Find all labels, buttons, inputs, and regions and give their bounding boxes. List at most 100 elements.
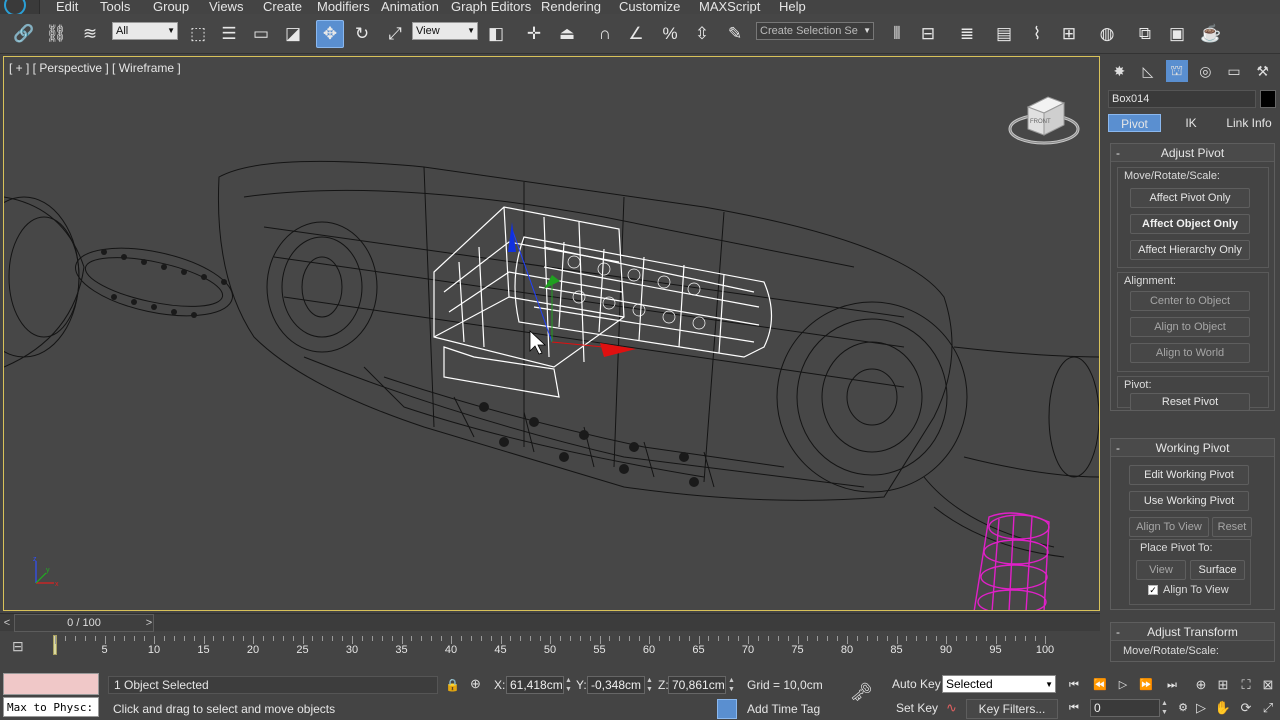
menu-rendering[interactable]: Rendering xyxy=(541,0,601,14)
keyboard-shortcut-override-icon[interactable]: ⏏ xyxy=(553,20,581,48)
select-and-manipulate-icon[interactable]: ✛ xyxy=(520,20,548,48)
menu-modifiers[interactable]: Modifiers xyxy=(317,0,370,14)
time-slider-next-button[interactable]: > xyxy=(142,615,156,631)
select-object-icon[interactable]: ⬚ xyxy=(184,20,212,48)
material-editor-icon[interactable]: ◍ xyxy=(1093,20,1121,48)
align-to-object-button[interactable]: Align to Object xyxy=(1130,317,1250,337)
go-to-start-icon[interactable]: ⏮ xyxy=(1063,676,1085,694)
menu-graph-editors[interactable]: Graph Editors xyxy=(451,0,531,14)
y-coordinate-field[interactable]: -0,348cm xyxy=(587,676,645,694)
percent-snap-icon[interactable]: % xyxy=(656,20,684,48)
previous-frame-icon[interactable]: ⏪ xyxy=(1089,676,1111,694)
menu-maxscript[interactable]: MAXScript xyxy=(699,0,760,14)
time-slider-prev-button[interactable]: < xyxy=(0,615,14,631)
center-to-object-button[interactable]: Center to Object xyxy=(1130,291,1250,311)
display-tab-icon[interactable]: ▭ xyxy=(1223,60,1245,82)
adjust-transform-header[interactable]: - Adjust Transform xyxy=(1111,623,1274,641)
collapse-toggle[interactable]: - xyxy=(1116,439,1120,457)
time-slider-thumb[interactable]: 0 / 100 xyxy=(14,614,154,632)
selection-filter-dropdown[interactable]: All xyxy=(112,22,178,40)
maximize-viewport-icon[interactable]: ⤢ xyxy=(1259,699,1277,717)
current-frame-field[interactable]: 0 xyxy=(1090,699,1160,717)
reset-pivot-button[interactable]: Reset Pivot xyxy=(1130,393,1250,411)
menu-group[interactable]: Group xyxy=(153,0,189,14)
graphite-ribbon-icon[interactable]: ▤ xyxy=(990,20,1018,48)
select-and-move-icon[interactable]: ✥ xyxy=(316,20,344,48)
select-and-scale-icon[interactable]: ⤢ xyxy=(381,20,409,48)
zoom-all-icon[interactable]: ⊞ xyxy=(1214,676,1232,694)
adjust-pivot-header[interactable]: - Adjust Pivot xyxy=(1111,144,1274,162)
track-bar[interactable]: ⊟ 5 10 15 20 25 30 35 40 45 50 55 60 65 70 75 80 85 90 95 1… xyxy=(0,632,1100,668)
menu-views[interactable]: Views xyxy=(209,0,243,14)
tab-pivot[interactable]: Pivot xyxy=(1108,114,1161,132)
zoom-extents-icon[interactable]: ⛶ xyxy=(1237,676,1255,694)
utilities-tab-icon[interactable]: ⚒ xyxy=(1252,60,1274,82)
edit-working-pivot-button[interactable]: Edit Working Pivot xyxy=(1129,465,1249,485)
tab-ik[interactable]: IK xyxy=(1165,114,1217,132)
next-frame-icon[interactable]: ⏩ xyxy=(1135,676,1157,694)
x-coordinate-field[interactable]: 61,418cm xyxy=(506,676,564,694)
align-to-view-button[interactable]: Align To View xyxy=(1129,517,1209,537)
snaps-toggle-icon[interactable]: ∩ xyxy=(591,20,619,48)
rendered-frame-window-icon[interactable]: ▣ xyxy=(1163,20,1191,48)
schematic-view-icon[interactable]: ⊞ xyxy=(1055,20,1083,48)
selection-set-dropdown[interactable]: Selected xyxy=(942,675,1056,693)
collapse-toggle[interactable]: - xyxy=(1116,144,1120,162)
time-configuration-icon[interactable]: ⚙ xyxy=(1172,699,1194,717)
motion-tab-icon[interactable]: ◎ xyxy=(1194,60,1216,82)
maxscript-listener-pink[interactable] xyxy=(3,673,99,695)
use-working-pivot-button[interactable]: Use Working Pivot xyxy=(1129,491,1249,511)
auto-key-button[interactable]: Auto Key xyxy=(892,674,941,694)
rectangle-selection-icon[interactable]: ▭ xyxy=(247,20,275,48)
default-tangent-icon[interactable]: ∿ xyxy=(946,700,957,716)
menu-customize[interactable]: Customize xyxy=(619,0,680,14)
reset-working-pivot-button[interactable]: Reset xyxy=(1212,517,1252,537)
set-key-button[interactable]: Set Key xyxy=(896,698,938,718)
object-name-field[interactable]: Box014 xyxy=(1108,90,1256,108)
mirror-icon[interactable]: ⫴ xyxy=(883,20,911,48)
maxscript-mini-listener[interactable]: Max to Physc: xyxy=(3,697,99,717)
select-and-rotate-icon[interactable]: ↻ xyxy=(348,20,376,48)
render-setup-icon[interactable]: ⧉ xyxy=(1131,20,1159,48)
spinner-snap-icon[interactable]: ⇳ xyxy=(688,20,716,48)
tab-link-info[interactable]: Link Info xyxy=(1221,114,1277,132)
absolute-mode-icon[interactable]: ⊕ xyxy=(470,676,481,692)
y-spinner-icon[interactable]: ▲ ▼ xyxy=(645,676,654,694)
time-slider[interactable]: < 0 / 100 > xyxy=(0,613,1100,632)
edit-named-selection-icon[interactable]: ✎ xyxy=(721,20,749,48)
align-to-view-checkbox[interactable]: ✓ Align To View xyxy=(1148,584,1229,596)
place-pivot-surface-button[interactable]: Surface xyxy=(1190,560,1245,580)
menu-create[interactable]: Create xyxy=(263,0,302,14)
angle-snap-icon[interactable]: ∠ xyxy=(622,20,650,48)
add-time-tag-label[interactable]: Add Time Tag xyxy=(747,702,820,716)
hierarchy-tab-icon[interactable]: ⛫ xyxy=(1165,60,1188,82)
curve-editor-icon[interactable]: ⌇ xyxy=(1023,20,1051,48)
field-of-view-icon[interactable]: ▷ xyxy=(1192,699,1210,717)
working-pivot-header[interactable]: - Working Pivot xyxy=(1111,439,1274,457)
go-to-end-icon[interactable]: ⏭ xyxy=(1161,676,1183,694)
place-pivot-view-button[interactable]: View xyxy=(1136,560,1186,580)
menu-tools[interactable]: Tools xyxy=(100,0,130,14)
menu-animation[interactable]: Animation xyxy=(381,0,439,14)
window-crossing-icon[interactable]: ◪ xyxy=(279,20,307,48)
reference-coordinate-dropdown[interactable]: View xyxy=(412,22,478,40)
render-production-icon[interactable]: ☕ xyxy=(1197,20,1225,48)
align-icon[interactable]: ⊟ xyxy=(914,20,942,48)
frame-spinner-icon[interactable]: ▲ ▼ xyxy=(1160,699,1169,717)
bind-space-warp-icon[interactable]: ≋ xyxy=(76,20,104,48)
select-by-name-icon[interactable]: ☰ xyxy=(215,20,243,48)
key-filters-button[interactable]: Key Filters... xyxy=(966,699,1058,719)
lock-selection-icon[interactable]: 🔒 xyxy=(445,678,460,692)
orbit-icon[interactable]: ⟳ xyxy=(1237,699,1255,717)
z-coordinate-field[interactable]: 70,861cm xyxy=(668,676,726,694)
set-key-icon[interactable]: 🗝 xyxy=(850,682,873,703)
menu-help[interactable]: Help xyxy=(779,0,806,14)
zoom-icon[interactable]: ⊕ xyxy=(1192,676,1210,694)
mini-curve-editor-icon[interactable]: ⊟ xyxy=(12,638,34,658)
add-time-tag-icon[interactable] xyxy=(717,699,737,719)
pan-view-icon[interactable]: ✋ xyxy=(1214,699,1232,717)
select-and-link-icon[interactable]: 🔗 xyxy=(10,20,38,48)
align-to-world-button[interactable]: Align to World xyxy=(1130,343,1250,363)
key-mode-toggle-icon[interactable]: ⏮ xyxy=(1063,699,1085,717)
unlink-icon[interactable]: ⛓ xyxy=(42,20,70,48)
